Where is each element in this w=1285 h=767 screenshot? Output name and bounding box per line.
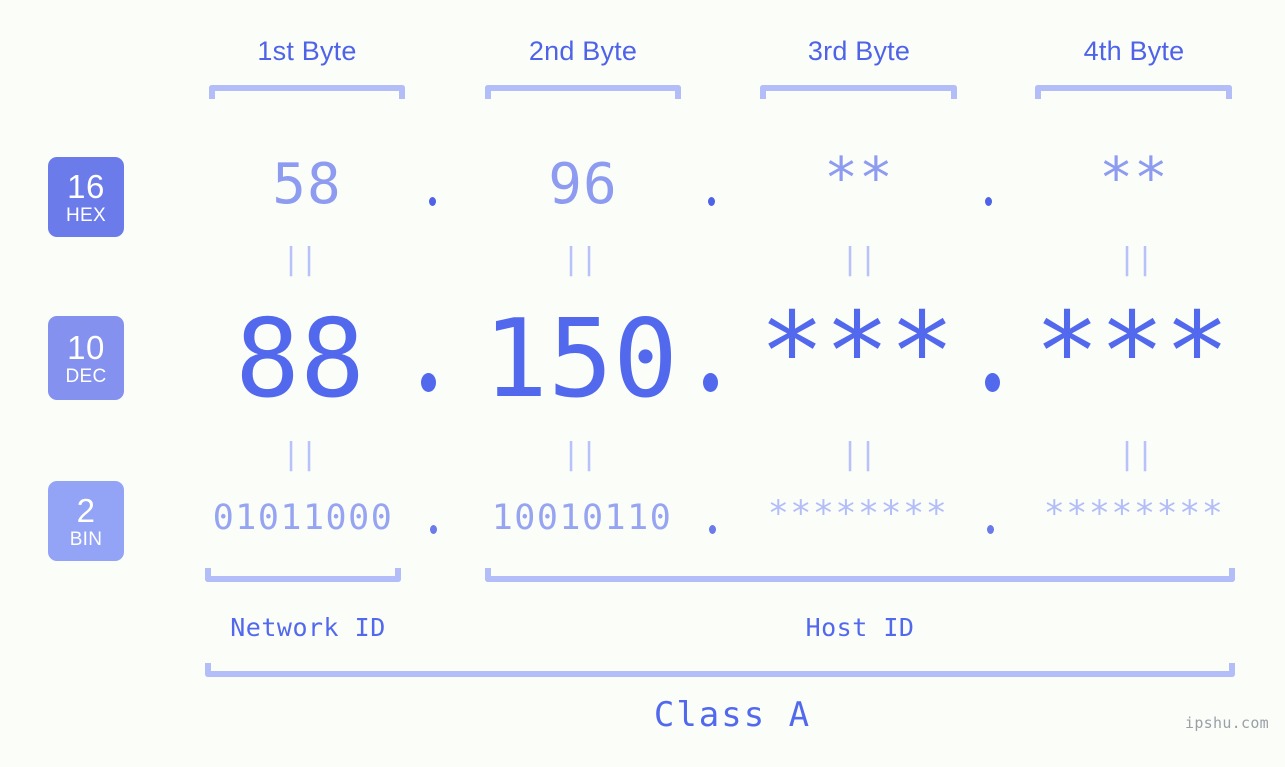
bin-separator-3: [987, 525, 994, 534]
byte-title-4: 4th Byte: [1083, 36, 1185, 66]
radix-badge-dec-label: DEC: [65, 365, 107, 387]
class-bracket: [205, 663, 1235, 677]
equals-hex-dec-4: ||: [1117, 242, 1155, 277]
byte-title-1: 1st Byte: [257, 36, 357, 66]
hex-byte-4: **: [1099, 146, 1169, 211]
watermark: ipshu.com: [1185, 714, 1269, 732]
hex-separator-1: [429, 197, 436, 206]
hex-byte-1: 58: [272, 152, 342, 217]
dec-separator-1: [421, 373, 436, 392]
equals-dec-bin-4: ||: [1117, 437, 1155, 472]
hex-separator-2: [708, 197, 715, 206]
host-id-label: Host ID: [805, 613, 915, 642]
radix-badge-bin-number: 2: [76, 491, 96, 529]
radix-badge-hex: 16 HEX: [48, 157, 124, 237]
bin-byte-2: 10010110: [491, 498, 673, 538]
radix-badge-dec-number: 10: [67, 328, 105, 366]
equals-dec-bin-3: ||: [840, 437, 878, 472]
network-id-label: Network ID: [230, 613, 386, 642]
bin-separator-2: [709, 525, 716, 534]
byte-bracket-3: [760, 85, 957, 99]
network-id-bracket: [205, 568, 401, 582]
byte-bracket-4: [1035, 85, 1232, 99]
radix-badge-bin-label: BIN: [69, 528, 103, 550]
equals-hex-dec-3: ||: [840, 242, 878, 277]
dec-byte-3: ***: [759, 290, 955, 415]
equals-dec-bin-1: ||: [281, 437, 319, 472]
byte-title-2: 2nd Byte: [528, 36, 638, 66]
hex-byte-2: 96: [548, 152, 618, 217]
byte-bracket-1: [209, 85, 405, 99]
dec-byte-4: ***: [1034, 290, 1230, 415]
bin-byte-3: ********: [767, 494, 949, 534]
dec-byte-2: 150: [482, 297, 679, 422]
bin-separator-1: [430, 525, 437, 534]
bin-byte-1: 01011000: [212, 498, 394, 538]
class-label: Class A: [653, 695, 812, 735]
dec-separator-3: [985, 373, 1000, 392]
equals-dec-bin-2: ||: [561, 437, 599, 472]
dec-separator-2: [703, 373, 718, 392]
bin-byte-4: ********: [1043, 494, 1225, 534]
radix-badge-hex-label: HEX: [66, 204, 106, 226]
radix-badge-hex-number: 16: [67, 167, 105, 205]
radix-badge-dec: 10 DEC: [48, 316, 124, 400]
byte-bracket-2: [485, 85, 681, 99]
host-id-bracket: [485, 568, 1235, 582]
byte-title-3: 3rd Byte: [807, 36, 911, 66]
equals-hex-dec-1: ||: [281, 242, 319, 277]
hex-byte-3: **: [824, 146, 894, 211]
equals-hex-dec-2: ||: [561, 242, 599, 277]
hex-separator-3: [985, 197, 992, 206]
ip-address-breakdown-diagram: 1st Byte 2nd Byte 3rd Byte 4th Byte 16 H…: [0, 0, 1285, 767]
radix-badge-bin: 2 BIN: [48, 481, 124, 561]
dec-byte-1: 88: [234, 297, 366, 422]
